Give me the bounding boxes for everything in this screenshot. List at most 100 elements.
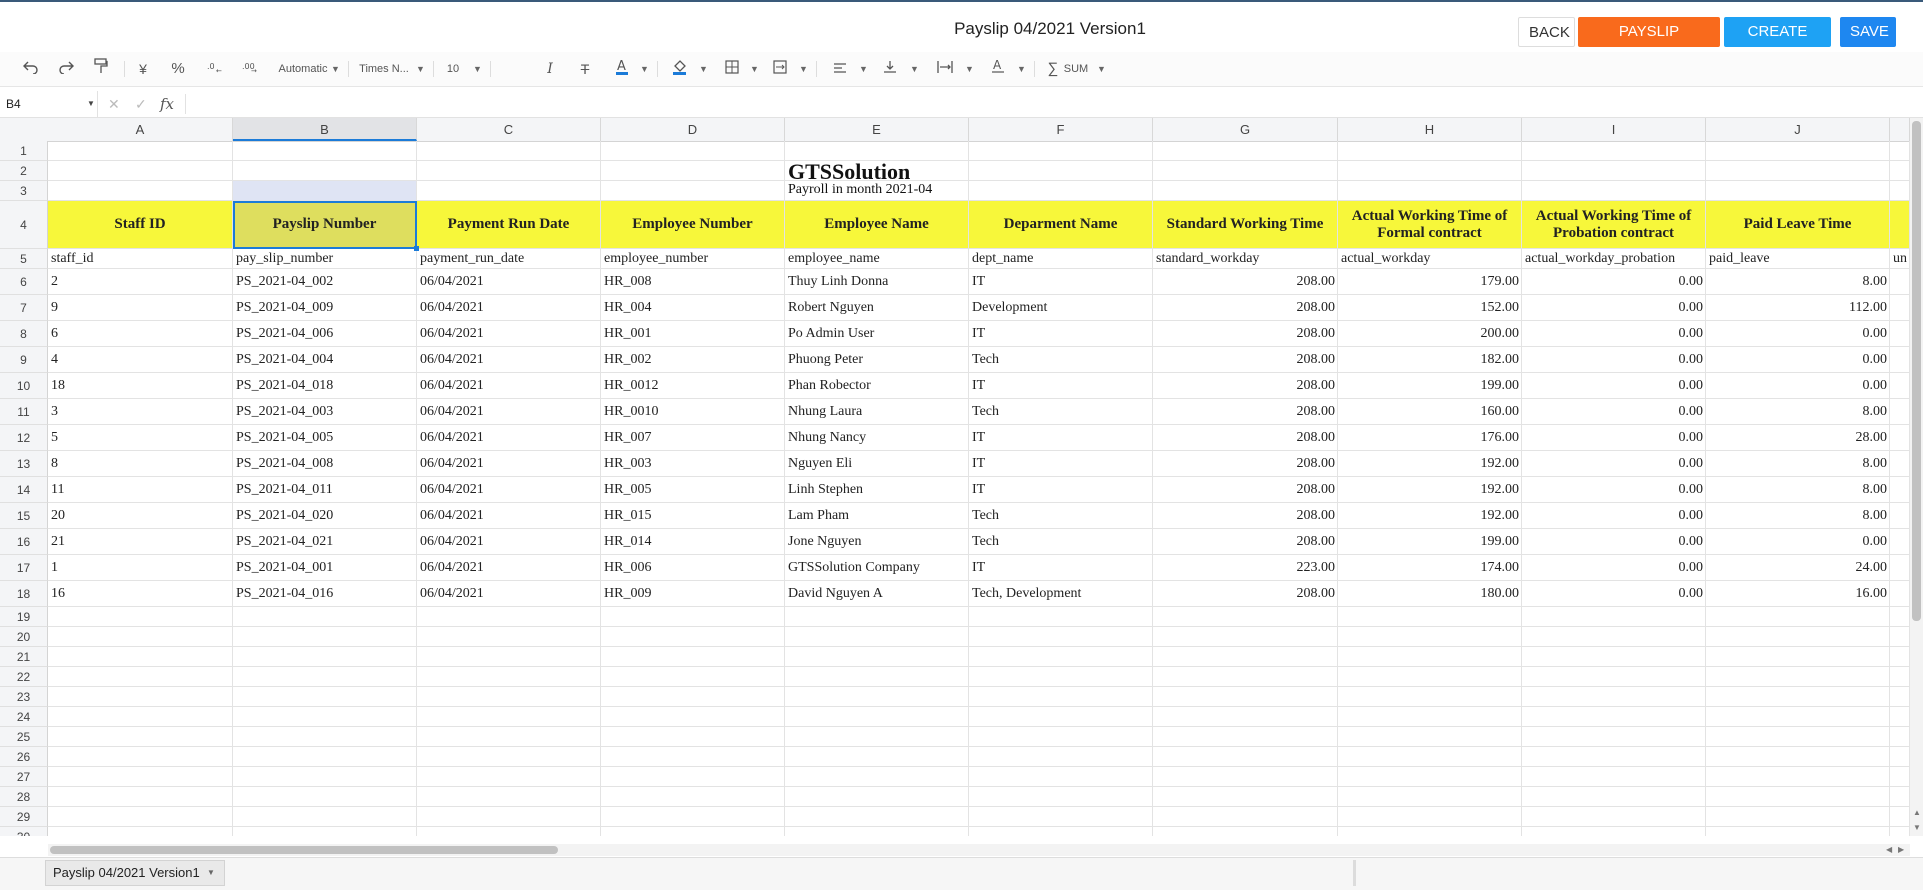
vertical-align-icon[interactable]: [880, 58, 900, 80]
data-cell[interactable]: Development: [969, 295, 1153, 321]
cell[interactable]: [1153, 827, 1338, 836]
cell[interactable]: [48, 647, 233, 667]
data-cell[interactable]: 3: [48, 399, 233, 425]
row-header[interactable]: 30: [0, 827, 48, 836]
data-cell[interactable]: 200.00: [1338, 321, 1522, 347]
cell[interactable]: [1890, 295, 1910, 321]
cell[interactable]: [233, 707, 417, 727]
cell[interactable]: [1338, 627, 1522, 647]
data-cell[interactable]: 208.00: [1153, 295, 1338, 321]
data-cell[interactable]: Nhung Nancy: [785, 425, 969, 451]
data-cell[interactable]: 0.00: [1522, 295, 1706, 321]
cell[interactable]: [969, 727, 1153, 747]
cell[interactable]: [1890, 373, 1910, 399]
cell[interactable]: [1338, 747, 1522, 767]
data-cell[interactable]: HR_0012: [601, 373, 785, 399]
row-header[interactable]: 27: [0, 767, 48, 787]
cell[interactable]: [1153, 767, 1338, 787]
column-title-cell[interactable]: [1890, 201, 1910, 249]
data-cell[interactable]: 0.00: [1522, 425, 1706, 451]
field-key-cell[interactable]: pay_slip_number: [233, 249, 417, 269]
data-cell[interactable]: 192.00: [1338, 451, 1522, 477]
cell[interactable]: [1890, 687, 1910, 707]
cell[interactable]: [1153, 707, 1338, 727]
field-key-cell[interactable]: actual_workday: [1338, 249, 1522, 269]
data-cell[interactable]: 208.00: [1153, 269, 1338, 295]
column-header-j[interactable]: J: [1706, 118, 1890, 141]
column-title-cell[interactable]: Payment Run Date: [417, 201, 601, 249]
cell[interactable]: [233, 747, 417, 767]
data-cell[interactable]: 8.00: [1706, 477, 1890, 503]
cell[interactable]: [1522, 727, 1706, 747]
cell[interactable]: [969, 647, 1153, 667]
cell[interactable]: [969, 181, 1153, 201]
cell[interactable]: [1338, 141, 1522, 161]
cell[interactable]: [785, 767, 969, 787]
cell[interactable]: [1890, 269, 1910, 295]
data-cell[interactable]: Tech: [969, 347, 1153, 373]
cell[interactable]: [417, 727, 601, 747]
field-key-cell[interactable]: dept_name: [969, 249, 1153, 269]
data-cell[interactable]: 20: [48, 503, 233, 529]
data-cell[interactable]: 199.00: [1338, 529, 1522, 555]
sum-icon[interactable]: ∑: [1045, 58, 1061, 80]
cell[interactable]: [1338, 161, 1522, 181]
cell[interactable]: [417, 807, 601, 827]
cell[interactable]: [1890, 607, 1910, 627]
data-cell[interactable]: 192.00: [1338, 503, 1522, 529]
data-cell[interactable]: 0.00: [1522, 529, 1706, 555]
column-header-g[interactable]: G: [1153, 118, 1338, 141]
cell[interactable]: [1153, 667, 1338, 687]
cell[interactable]: [1890, 477, 1910, 503]
data-cell[interactable]: 11: [48, 477, 233, 503]
row-header[interactable]: 6: [0, 269, 48, 295]
data-cell[interactable]: PS_2021-04_020: [233, 503, 417, 529]
data-cell[interactable]: Tech: [969, 503, 1153, 529]
cell[interactable]: [785, 687, 969, 707]
data-cell[interactable]: 8.00: [1706, 503, 1890, 529]
cell[interactable]: [48, 141, 233, 161]
data-cell[interactable]: 06/04/2021: [417, 503, 601, 529]
row-header[interactable]: 12: [0, 425, 48, 451]
cell[interactable]: [601, 141, 785, 161]
data-cell[interactable]: PS_2021-04_001: [233, 555, 417, 581]
data-cell[interactable]: IT: [969, 373, 1153, 399]
cell[interactable]: [233, 181, 417, 201]
row-header[interactable]: 14: [0, 477, 48, 503]
cell[interactable]: [1153, 607, 1338, 627]
chevron-down-icon[interactable]: ▼: [965, 58, 974, 80]
chevron-down-icon[interactable]: ▼: [207, 861, 215, 885]
cell[interactable]: [233, 827, 417, 836]
cell[interactable]: [417, 161, 601, 181]
cell[interactable]: [969, 747, 1153, 767]
data-cell[interactable]: 160.00: [1338, 399, 1522, 425]
data-cell[interactable]: 0.00: [1522, 451, 1706, 477]
cell[interactable]: [1706, 707, 1890, 727]
sheet-tab[interactable]: Payslip 04/2021 Version1: [45, 860, 225, 886]
data-cell[interactable]: 0.00: [1706, 373, 1890, 399]
data-cell[interactable]: PS_2021-04_008: [233, 451, 417, 477]
data-cell[interactable]: 6: [48, 321, 233, 347]
strikethrough-icon[interactable]: T: [575, 58, 595, 80]
horizontal-scroll-thumb[interactable]: [50, 846, 558, 854]
cell[interactable]: [785, 607, 969, 627]
cell[interactable]: [601, 827, 785, 836]
data-cell[interactable]: IT: [969, 477, 1153, 503]
cell[interactable]: [785, 807, 969, 827]
data-cell[interactable]: 06/04/2021: [417, 347, 601, 373]
create-file-button[interactable]: CREATE FILE: [1724, 17, 1831, 70]
cell[interactable]: [969, 787, 1153, 807]
data-cell[interactable]: 0.00: [1522, 321, 1706, 347]
cell[interactable]: [601, 181, 785, 201]
cell[interactable]: [1522, 807, 1706, 827]
scroll-up-icon[interactable]: ▲: [1913, 808, 1921, 817]
row-header[interactable]: 21: [0, 647, 48, 667]
cell[interactable]: [1338, 767, 1522, 787]
row-header[interactable]: 11: [0, 399, 48, 425]
cell[interactable]: [48, 667, 233, 687]
cell[interactable]: [785, 667, 969, 687]
cell[interactable]: [233, 647, 417, 667]
cell[interactable]: [48, 181, 233, 201]
cell[interactable]: [1338, 647, 1522, 667]
column-header-a[interactable]: A: [48, 118, 233, 141]
